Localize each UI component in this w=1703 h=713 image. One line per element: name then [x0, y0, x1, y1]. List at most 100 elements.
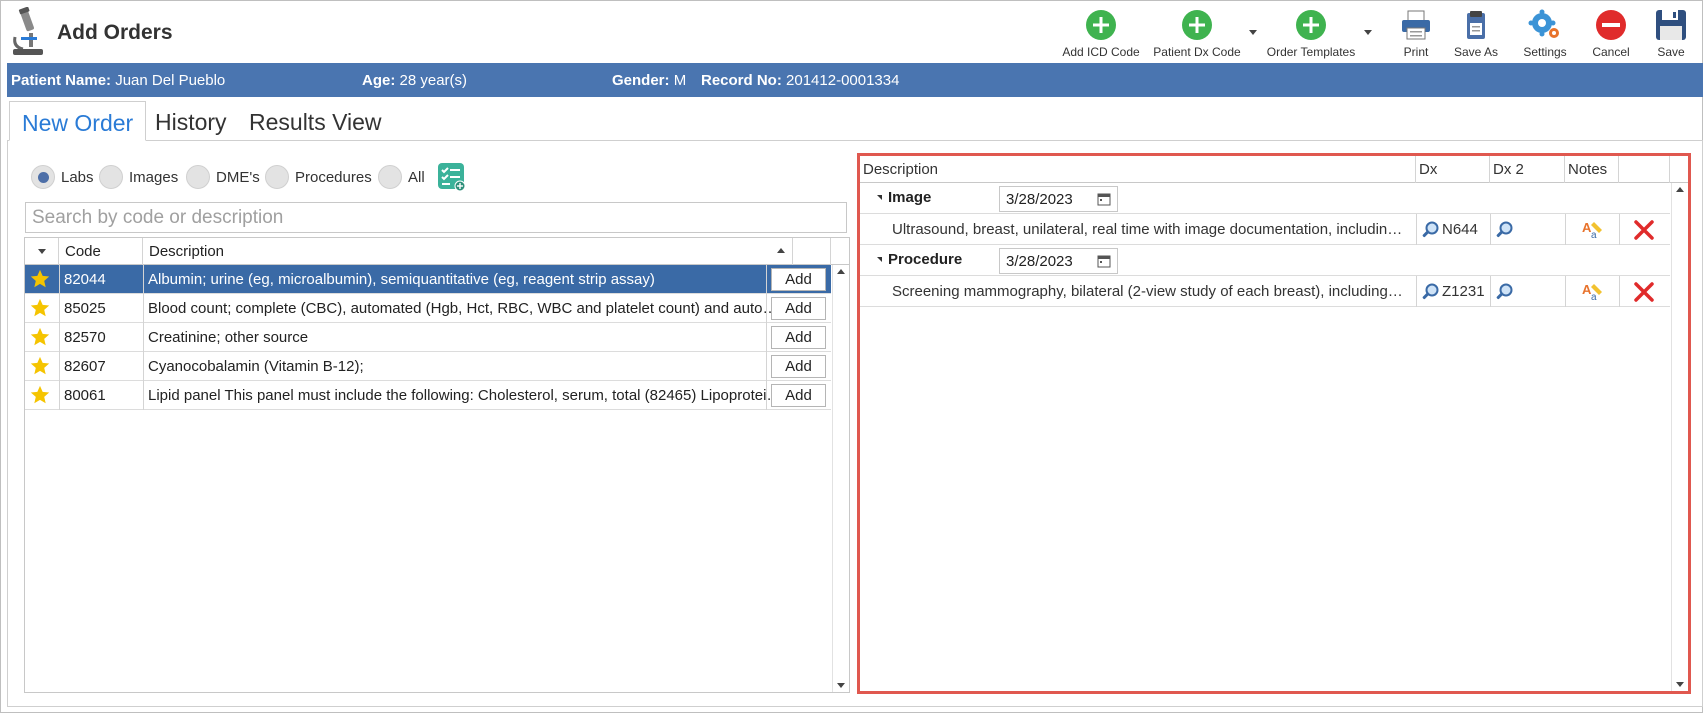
cell-divider [59, 352, 60, 381]
column-header-description[interactable]: Description [143, 238, 793, 265]
gear-icon [1528, 9, 1559, 38]
save-as-button[interactable]: Save As [1446, 7, 1506, 61]
column-header-code[interactable]: Code [59, 238, 143, 265]
delete-x-icon[interactable] [1633, 219, 1655, 241]
cell-divider [59, 294, 60, 323]
star-icon[interactable] [29, 297, 51, 319]
add-button[interactable]: Add [771, 326, 826, 349]
collapse-triangle-icon[interactable] [877, 195, 882, 200]
patient-name-label: Patient Name: [11, 72, 112, 89]
cell-divider [1565, 276, 1566, 307]
search-input[interactable] [25, 202, 847, 233]
search-dx2-icon[interactable] [1494, 282, 1514, 302]
settings-button[interactable]: Settings [1513, 7, 1577, 61]
catalog-description: Lipid panel This panel must include the … [148, 387, 788, 404]
notes-edit-icon[interactable]: Aa [1580, 218, 1604, 242]
column-header-dx2[interactable]: Dx 2 [1490, 156, 1565, 183]
radio-dot [186, 165, 210, 189]
patient-record-value: 201412-0001334 [786, 72, 900, 89]
patient-gender-value: M [673, 72, 687, 89]
catalog-row[interactable]: 82570 Creatinine; other source Add [25, 323, 831, 352]
notes-edit-icon[interactable]: Aa [1580, 280, 1604, 304]
microscope-icon [13, 7, 43, 55]
star-icon[interactable] [29, 384, 51, 406]
column-header-notes[interactable]: Notes [1565, 156, 1619, 183]
cancel-button[interactable]: Cancel [1581, 7, 1641, 61]
add-icd-code-button[interactable]: Add ICD Code [1061, 7, 1141, 61]
order-templates-button[interactable]: Order Templates [1265, 7, 1357, 61]
add-button[interactable]: Add [771, 297, 826, 320]
patient-name: Patient Name: Juan Del Pueblo [11, 72, 225, 89]
add-button[interactable]: Add [771, 268, 826, 291]
save-button[interactable]: Save [1643, 7, 1699, 61]
order-group-image[interactable]: Image 3/28/2023 [860, 183, 1670, 214]
delete-x-icon[interactable] [1633, 281, 1655, 303]
page-title: Add Orders [57, 21, 173, 44]
catalog-row[interactable]: 82044 Albumin; urine (eg, microalbumin),… [25, 265, 831, 294]
order-templates-dropdown-icon[interactable] [1361, 25, 1375, 39]
sort-ascending-icon [777, 248, 785, 253]
cell-divider [766, 381, 767, 410]
order-row[interactable]: Screening mammography, bilateral (2-view… [860, 276, 1670, 307]
patient-dx-code-dropdown-icon[interactable] [1246, 25, 1260, 39]
cell-divider [766, 323, 767, 352]
star-icon[interactable] [29, 268, 51, 290]
tab-new-order[interactable]: New Order [9, 101, 147, 141]
search-dx2-icon[interactable] [1494, 220, 1514, 240]
star-icon[interactable] [29, 326, 51, 348]
checklist-add-icon[interactable] [437, 162, 467, 192]
add-button[interactable]: Add [771, 355, 826, 378]
print-label: Print [1403, 45, 1429, 59]
catalog-code: 85025 [64, 300, 106, 317]
scroll-up-icon[interactable] [1676, 187, 1684, 192]
add-button[interactable]: Add [771, 384, 826, 407]
filter-all-label: All [408, 169, 425, 186]
tab-history[interactable]: History [143, 101, 239, 141]
cell-divider [143, 294, 144, 323]
search-dx-icon[interactable] [1420, 220, 1440, 240]
orders-header: Description Dx Dx 2 Notes [860, 156, 1688, 183]
cell-divider [766, 294, 767, 323]
patient-name-value: Juan Del Pueblo [115, 72, 226, 89]
scroll-down-icon[interactable] [1676, 682, 1684, 687]
scroll-down-icon[interactable] [837, 683, 845, 688]
star-icon[interactable] [29, 355, 51, 377]
catalog-row[interactable]: 85025 Blood count; complete (CBC), autom… [25, 294, 831, 323]
print-button[interactable]: Print [1386, 7, 1446, 61]
filter-column-dropdown[interactable] [25, 238, 59, 265]
order-row[interactable]: Ultrasound, breast, unilateral, real tim… [860, 214, 1670, 245]
patient-info-bar: Patient Name: Juan Del Pueblo Age: 28 ye… [7, 63, 1703, 97]
scroll-up-icon[interactable] [837, 269, 845, 274]
search-dx-icon[interactable] [1420, 282, 1440, 302]
order-description: Ultrasound, breast, unilateral, real tim… [892, 221, 1404, 238]
tab-results-view[interactable]: Results View [237, 101, 394, 141]
column-header-dx[interactable]: Dx [1416, 156, 1490, 183]
order-group-procedure[interactable]: Procedure 3/28/2023 [860, 245, 1670, 276]
group-date-picker[interactable]: 3/28/2023 [999, 186, 1118, 212]
cell-divider [143, 381, 144, 410]
calendar-icon[interactable] [1097, 254, 1111, 268]
group-name: Procedure [888, 251, 963, 268]
collapse-triangle-icon[interactable] [877, 257, 882, 262]
radio-dot [99, 165, 123, 189]
column-header-description-label: Description [149, 243, 225, 260]
cancel-label: Cancel [1592, 45, 1630, 59]
calendar-icon[interactable] [1097, 192, 1111, 206]
selected-orders-panel: Description Dx Dx 2 Notes Image 3/28/202… [857, 153, 1691, 694]
patient-dx-code-button[interactable]: Patient Dx Code [1151, 7, 1243, 61]
cell-divider [766, 265, 767, 294]
svg-text:a: a [1591, 292, 1597, 303]
radio-dot [31, 165, 55, 189]
cell-divider [766, 352, 767, 381]
catalog-scrollbar[interactable] [832, 265, 849, 692]
catalog-code: 82570 [64, 329, 106, 346]
patient-dx-code-label: Patient Dx Code [1153, 45, 1241, 59]
catalog-row[interactable]: 82607 Cyanocobalamin (Vitamin B-12); Add [25, 352, 831, 381]
group-date-picker[interactable]: 3/28/2023 [999, 248, 1118, 274]
cell-divider [1490, 214, 1491, 245]
catalog-header: Code Description [25, 238, 849, 265]
catalog-row[interactable]: 80061 Lipid panel This panel must includ… [25, 381, 831, 410]
orders-scrollbar[interactable] [1671, 183, 1688, 691]
add-circle-icon [1296, 10, 1326, 40]
column-header-order-description[interactable]: Description [860, 156, 1416, 183]
